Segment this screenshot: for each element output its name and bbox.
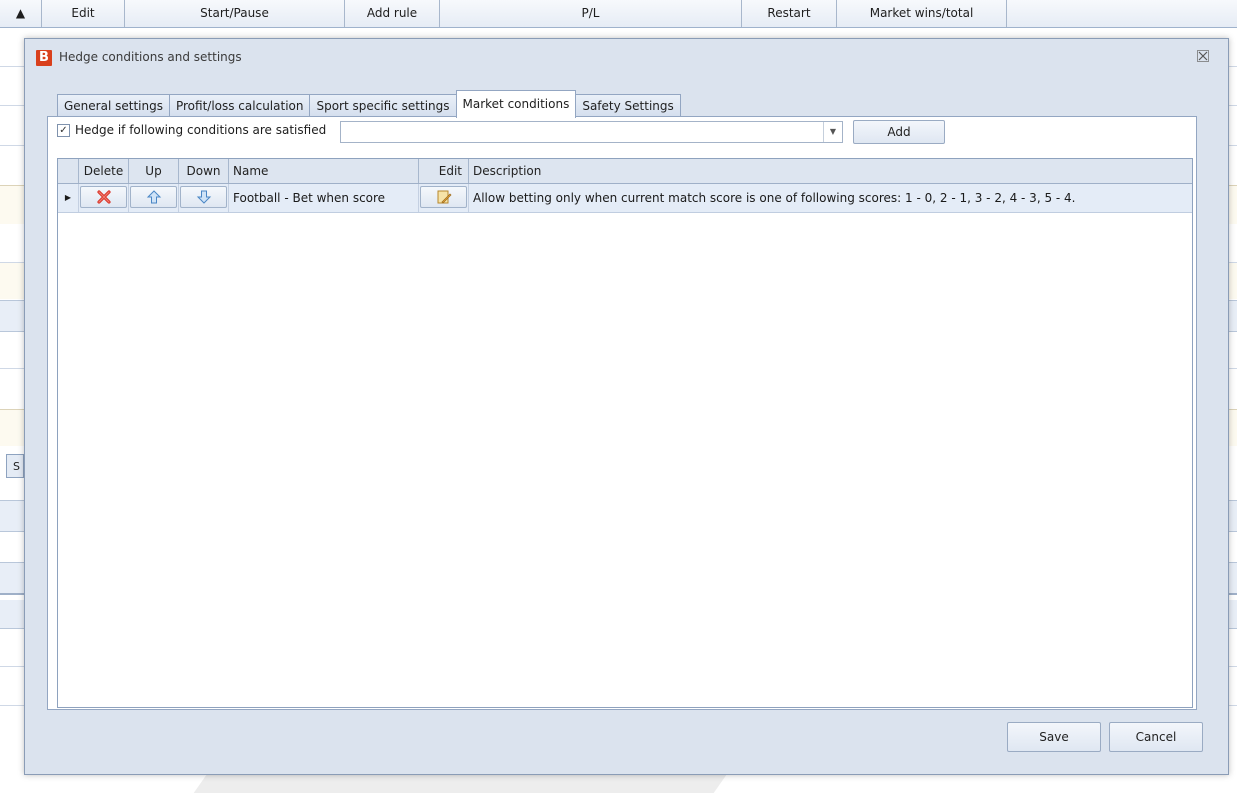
grid-header: Delete Up Down Name Edit Description <box>58 159 1192 184</box>
grid-header-delete[interactable]: Delete <box>79 159 129 183</box>
dialog-titlebar[interactable]: B Hedge conditions and settings <box>25 39 1228 75</box>
delete-cell <box>79 184 129 212</box>
column-pl[interactable]: P/L <box>440 0 742 27</box>
background-column-header: ▲ Edit Start/Pause Add rule P/L Restart … <box>0 0 1237 28</box>
tab-sport-specific-settings[interactable]: Sport specific settings <box>309 94 457 118</box>
conditions-grid: Delete Up Down Name Edit Description ▶ F… <box>57 158 1193 708</box>
delete-row-button[interactable] <box>80 186 127 208</box>
delete-x-icon <box>96 190 111 204</box>
dialog-client-area: General settings Profit/loss calculation… <box>47 89 1209 711</box>
table-row[interactable]: ▶ Football - Bet when score Allow bettin… <box>58 184 1192 213</box>
background-side-tab[interactable]: S <box>6 454 24 478</box>
grid-header-indicator <box>58 159 79 183</box>
condition-select[interactable]: ▼ <box>340 121 843 143</box>
tab-safety-settings[interactable]: Safety Settings <box>575 94 681 118</box>
down-cell <box>179 184 229 212</box>
column-restart[interactable]: Restart <box>742 0 837 27</box>
settings-tabs: General settings Profit/loss calculation… <box>57 90 681 118</box>
hedge-settings-dialog: B Hedge conditions and settings General … <box>24 38 1229 775</box>
edit-note-icon <box>437 190 451 204</box>
close-icon[interactable] <box>1196 49 1210 63</box>
column-add-rule[interactable]: Add rule <box>345 0 440 27</box>
sort-up-icon[interactable]: ▲ <box>0 0 42 27</box>
app-logo-icon: B <box>36 50 52 66</box>
edit-cell <box>419 184 469 212</box>
column-empty <box>1007 0 1237 27</box>
row-indicator-icon: ▶ <box>58 184 79 212</box>
grid-header-edit[interactable]: Edit <box>419 159 469 183</box>
column-edit[interactable]: Edit <box>42 0 125 27</box>
hedge-condition-label: Hedge if following conditions are satisf… <box>75 123 327 137</box>
save-button[interactable]: Save <box>1007 722 1101 752</box>
condition-name: Football - Bet when score <box>229 184 419 212</box>
background-decoration <box>193 775 727 793</box>
add-condition-button[interactable]: Add <box>853 120 945 144</box>
up-cell <box>129 184 179 212</box>
dialog-title: Hedge conditions and settings <box>59 50 242 64</box>
move-down-button[interactable] <box>180 186 227 208</box>
cancel-button[interactable]: Cancel <box>1109 722 1203 752</box>
grid-header-name[interactable]: Name <box>229 159 419 183</box>
hedge-condition-row: ✓ Hedge if following conditions are sati… <box>57 123 326 137</box>
tab-general-settings[interactable]: General settings <box>57 94 170 118</box>
dropdown-arrow-icon[interactable]: ▼ <box>823 122 842 142</box>
edit-condition-button[interactable] <box>420 186 467 208</box>
grid-header-description[interactable]: Description <box>469 159 1192 183</box>
tab-market-conditions[interactable]: Market conditions <box>455 90 577 118</box>
column-start-pause[interactable]: Start/Pause <box>125 0 345 27</box>
grid-header-up[interactable]: Up <box>129 159 179 183</box>
condition-description: Allow betting only when current match sc… <box>473 191 1076 205</box>
hedge-condition-checkbox[interactable]: ✓ <box>57 123 70 137</box>
move-up-button[interactable] <box>130 186 177 208</box>
arrow-down-icon <box>196 190 211 204</box>
arrow-up-icon <box>146 190 161 204</box>
tab-profit-loss-calculation[interactable]: Profit/loss calculation <box>168 94 311 118</box>
grid-header-down[interactable]: Down <box>179 159 229 183</box>
column-market-wins-total[interactable]: Market wins/total <box>837 0 1007 27</box>
market-conditions-panel: ✓ Hedge if following conditions are sati… <box>47 116 1197 710</box>
